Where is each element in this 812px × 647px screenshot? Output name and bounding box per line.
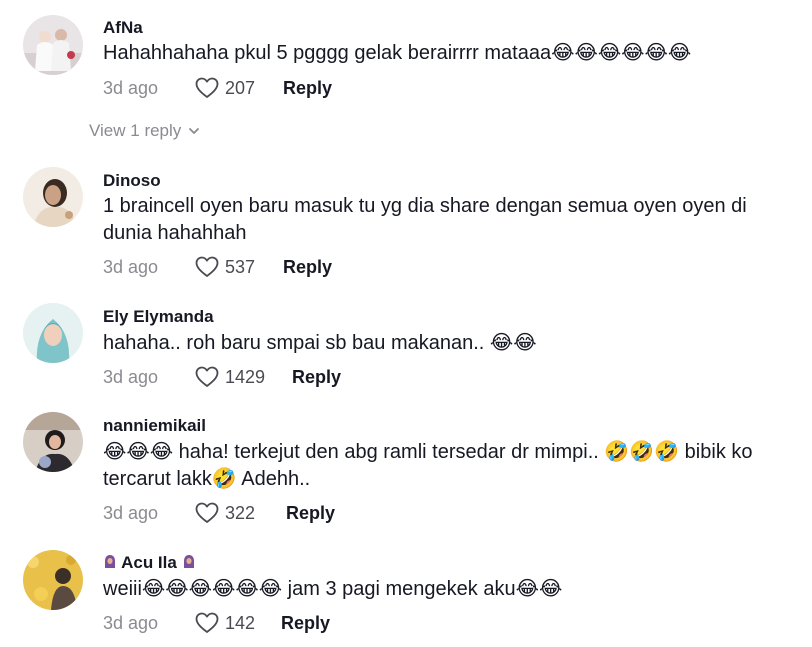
reply-button[interactable]: Reply — [283, 78, 332, 99]
avatar[interactable] — [23, 15, 83, 75]
hijab-person-icon — [183, 555, 194, 568]
username-text: Acu Ila — [121, 553, 177, 572]
comment-meta: 3d ago 322 Reply — [103, 501, 335, 525]
reply-button[interactable]: Reply — [283, 257, 332, 278]
heart-outline-icon — [195, 502, 219, 523]
comment-text: Hahahhahaha pkul 5 pgggg gelak berairrrr… — [103, 42, 692, 64]
like-button[interactable]: 537 — [195, 256, 283, 278]
timestamp: 3d ago — [103, 77, 159, 98]
reply-button[interactable]: Reply — [286, 503, 335, 524]
timestamp: 3d ago — [103, 366, 159, 387]
heart-outline-icon — [195, 612, 219, 633]
timestamp: 3d ago — [103, 502, 159, 523]
heart-outline-icon — [195, 256, 219, 277]
like-count: 1429 — [225, 366, 266, 387]
heart-outline-icon — [195, 366, 219, 387]
like-count: 322 — [225, 502, 256, 523]
like-button[interactable]: 322 — [195, 502, 286, 524]
view-replies-label: View 1 reply — [89, 121, 182, 140]
comment-meta: 3d ago 207 Reply — [103, 76, 332, 100]
comment-text: 1 braincell oyen baru masuk tu yg dia sh… — [103, 195, 747, 244]
comment-meta: 3d ago 142 Reply — [103, 611, 330, 635]
reply-button[interactable]: Reply — [292, 367, 341, 388]
hijab-person-icon — [105, 555, 115, 568]
like-button[interactable]: 207 — [195, 77, 283, 99]
timestamp: 3d ago — [103, 612, 159, 633]
username[interactable]: Ely Elymanda — [103, 307, 214, 327]
like-button[interactable]: 1429 — [195, 366, 292, 388]
like-button[interactable]: 142 — [195, 612, 281, 634]
comment-text: 😂😂😂 haha! terkejut den abg ramli terseda… — [103, 441, 753, 490]
avatar[interactable] — [23, 412, 83, 472]
heart-outline-icon — [195, 77, 219, 98]
username[interactable]: nanniemikail — [103, 416, 206, 436]
comment-meta: 3d ago 1429 Reply — [103, 365, 341, 389]
avatar[interactable] — [23, 303, 83, 363]
timestamp: 3d ago — [103, 256, 159, 277]
like-count: 142 — [225, 612, 256, 633]
view-replies-button[interactable]: View 1 reply — [89, 121, 201, 141]
username[interactable]: Acu Ila — [103, 553, 196, 573]
username[interactable]: Dinoso — [103, 171, 161, 191]
username[interactable]: AfNa — [103, 18, 143, 38]
chevron-down-icon — [189, 128, 200, 134]
comment-meta: 3d ago 537 Reply — [103, 255, 332, 279]
like-count: 537 — [225, 256, 256, 277]
comment-text: hahaha.. roh baru smpai sb bau makanan..… — [103, 332, 537, 354]
comment-text: weiii😂😂😂😂😂😂 jam 3 pagi mengekek aku😂😂 — [103, 578, 563, 600]
avatar[interactable] — [23, 167, 83, 227]
like-count: 207 — [225, 77, 256, 98]
avatar[interactable] — [23, 550, 83, 610]
reply-button[interactable]: Reply — [281, 613, 330, 634]
